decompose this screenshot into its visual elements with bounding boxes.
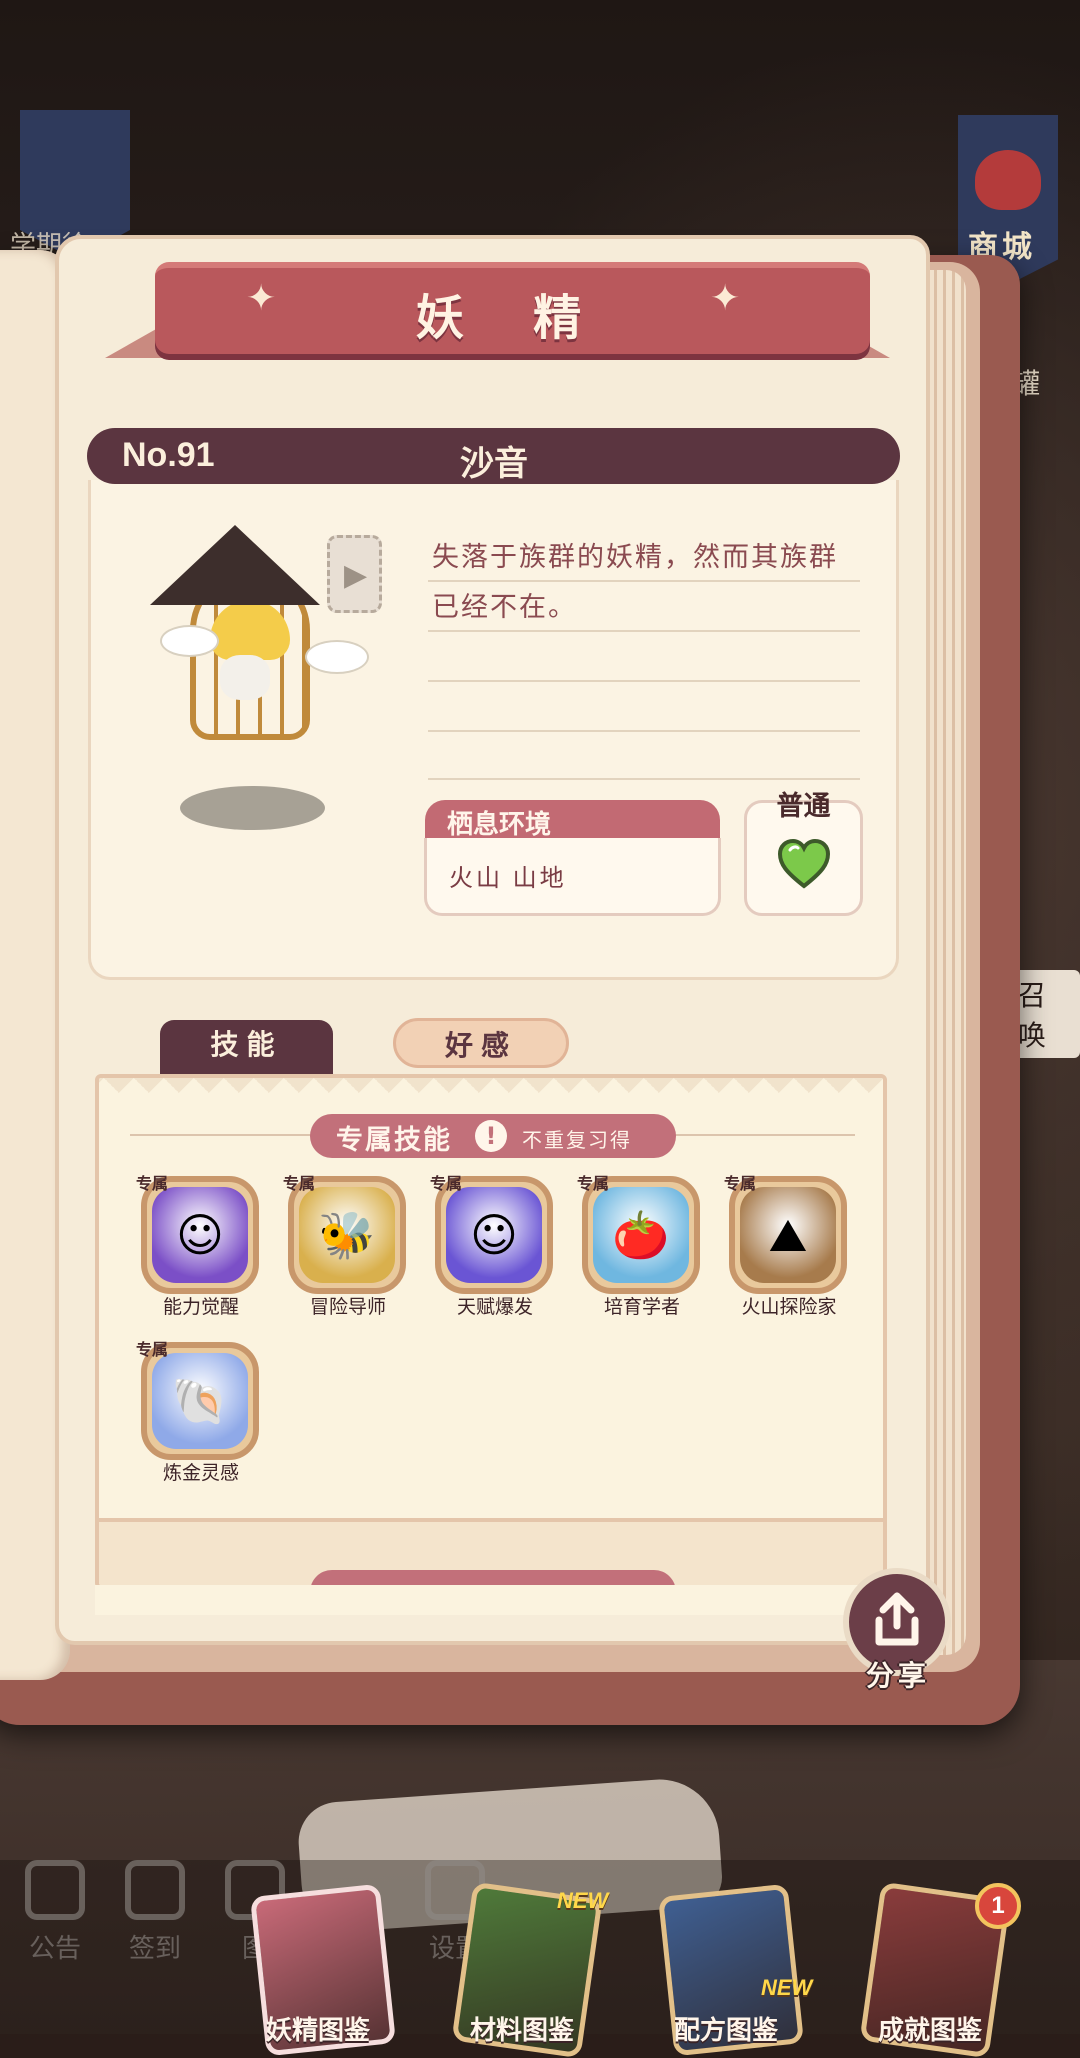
skill-name: 冒险导师 (309, 1297, 386, 1318)
notice-icon (25, 1860, 85, 1920)
heart-icon (777, 838, 831, 889)
exclusive-skills-title: 专属技能 (336, 1125, 452, 1155)
creature-description: 失落于族群的妖精，然而其族群已经不在。 (432, 542, 838, 622)
chevron-right-icon: ▶ (344, 558, 368, 593)
skill-item[interactable]: ⛰ 专属火山探险家 (724, 1176, 854, 1326)
skill-name: 火山探险家 (741, 1297, 837, 1318)
summon-label[interactable]: 召 唤 (1010, 970, 1080, 1058)
nav-label: 签到 (128, 1933, 181, 1963)
skill-name: 炼金灵感 (162, 1463, 239, 1484)
creature-shadow (180, 786, 325, 830)
creature-wing-right (305, 640, 369, 674)
habitat-title: 栖息环境 (425, 800, 720, 842)
creature-name: 沙音 (460, 445, 528, 483)
dock-label[interactable]: 材料图鉴 (437, 2010, 607, 2047)
skill-name: 天赋爆发 (456, 1297, 533, 1318)
exclusive-tag: 专属 (283, 1176, 316, 1193)
shop-crown-icon (975, 150, 1041, 210)
dock-label[interactable]: 成就图鉴 (845, 2010, 1015, 2047)
calendar-check-icon (125, 1860, 185, 1920)
exclusive-tag: 专属 (430, 1176, 463, 1193)
exclusive-tag: 专属 (136, 1342, 169, 1359)
exclusive-tag: 专属 (577, 1176, 610, 1193)
book-page-edges (928, 270, 966, 1655)
dock-label[interactable]: 妖精图鉴 (233, 2010, 403, 2047)
nav-notice[interactable]: 公告 (5, 1860, 105, 1965)
shell-plus-icon: 🐚 (171, 1374, 229, 1428)
description-rule (428, 730, 860, 732)
description-rule (428, 778, 860, 780)
skill-name: 培育学者 (603, 1297, 680, 1318)
share-label[interactable]: 分享 (866, 1654, 930, 1694)
pink-figure-icon: ☺ (176, 1208, 224, 1262)
volcano-explorer-icon: ⛰ (768, 1208, 808, 1262)
skill-item[interactable]: 🍅 专属培育学者 (577, 1176, 707, 1326)
tab-affection[interactable]: 好感 (393, 1018, 569, 1068)
habitat-value: 火山 山地 (449, 865, 567, 892)
creature-number: No.91 (122, 436, 215, 474)
nav-label: 公告 (28, 1933, 81, 1963)
pot-tomato-icon: 🍅 (612, 1208, 670, 1262)
panel-zigzag-trim (99, 1078, 883, 1108)
tab-skills[interactable]: 技能 (160, 1020, 333, 1076)
new-tag: NEW (761, 1975, 813, 2000)
nav-calendar-check[interactable]: 签到 (105, 1860, 205, 1965)
skill-item[interactable]: 🐚 专属炼金灵感 (136, 1342, 266, 1492)
skill-item[interactable]: ☺ 专属能力觉醒 (136, 1176, 266, 1326)
exclusive-skills-note: 不重复习得 (522, 1130, 632, 1152)
exclusive-tag: 专属 (724, 1176, 757, 1193)
switch-form-button[interactable]: ▶ (327, 535, 382, 613)
creature-pillow (220, 655, 270, 700)
bee-icon: 🐝 (318, 1208, 376, 1262)
pink-figure-icon: ☺ (470, 1208, 518, 1262)
dock-label[interactable]: 配方图鉴 (641, 2010, 811, 2047)
notification-badge: 1 (975, 1883, 1021, 1929)
warning-icon: ! (475, 1120, 507, 1152)
skill-item[interactable]: 🐝 专属冒险导师 (283, 1176, 413, 1326)
exclusive-tag: 专属 (136, 1176, 169, 1193)
page-title: 妖 精 (415, 292, 610, 345)
rarity-label: 普通 (776, 791, 831, 821)
creature-wing-left (160, 625, 219, 657)
skill-name: 能力觉醒 (162, 1297, 239, 1318)
panel-scroll-mask (95, 1585, 887, 1615)
description-rule (428, 680, 860, 682)
new-tag: NEW (557, 1888, 609, 1913)
share-icon (875, 1592, 919, 1646)
skill-item[interactable]: ☺ 专属天赋爆发 (430, 1176, 560, 1326)
